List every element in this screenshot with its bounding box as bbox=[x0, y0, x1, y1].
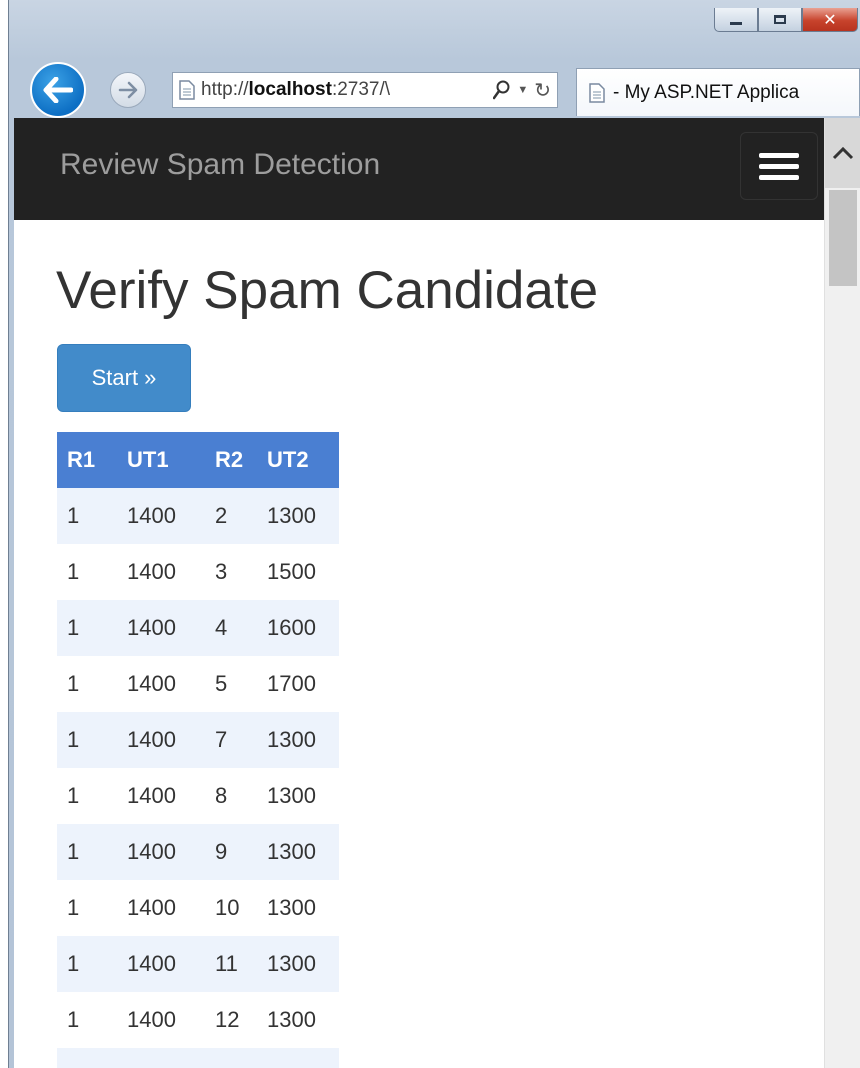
scrollbar-thumb[interactable] bbox=[829, 190, 857, 286]
cell-r1: 1 bbox=[67, 1007, 80, 1032]
cell-r2: 10 bbox=[215, 895, 240, 920]
cell-r1: 1 bbox=[57, 712, 119, 768]
cell-ut2: 1300 bbox=[263, 712, 339, 768]
search-icon[interactable] bbox=[493, 80, 511, 100]
tab-page-icon bbox=[589, 82, 605, 103]
cell-r2: 8 bbox=[215, 783, 228, 808]
cell-ut1: 1400 bbox=[119, 824, 209, 880]
table-row: 1 1400 10 1300 bbox=[57, 880, 339, 936]
maximize-icon bbox=[774, 15, 786, 24]
cell-ut1 bbox=[119, 1048, 209, 1068]
chevron-up-icon bbox=[832, 146, 854, 160]
cell-r1: 1 bbox=[67, 671, 80, 696]
back-arrow-icon bbox=[43, 77, 73, 103]
cell-ut1: 1400 bbox=[119, 936, 209, 992]
navbar-toggle-button[interactable] bbox=[740, 132, 818, 200]
forward-arrow-icon bbox=[118, 81, 138, 99]
column-header-r1: R1 bbox=[57, 432, 119, 488]
cell-ut1: 1400 bbox=[119, 600, 209, 656]
cell-ut2: 1300 bbox=[267, 783, 316, 808]
cell-ut1: 1400 bbox=[119, 488, 209, 544]
scroll-up-button[interactable] bbox=[825, 118, 860, 188]
cell-r1: 1 bbox=[67, 783, 80, 808]
address-url: http://localhost:2737/\ bbox=[201, 79, 391, 100]
page-icon bbox=[179, 80, 195, 100]
cell-ut1: 1400 bbox=[127, 1007, 176, 1032]
spam-candidate-table: R1 UT1 R2 UT2 1 1400 2 1300 1 1400 3 150 bbox=[57, 432, 339, 1068]
hamburger-icon-bar bbox=[759, 163, 799, 169]
cell-r1: 1 bbox=[67, 895, 80, 920]
table-row: 1 1400 8 1300 bbox=[57, 768, 339, 824]
vertical-scrollbar[interactable] bbox=[824, 118, 860, 1068]
cell-ut2: 1300 bbox=[267, 1007, 316, 1032]
minimize-icon bbox=[730, 22, 742, 25]
cell-r1: 1 bbox=[57, 936, 119, 992]
browser-tab[interactable]: - My ASP.NET Applica bbox=[576, 68, 860, 116]
back-button[interactable] bbox=[30, 62, 86, 118]
column-header-r2: R2 bbox=[209, 432, 263, 488]
navbar-brand[interactable]: Review Spam Detection bbox=[60, 148, 380, 182]
minimize-button[interactable] bbox=[714, 8, 758, 32]
maximize-button[interactable] bbox=[758, 8, 802, 32]
refresh-icon[interactable]: ↻ bbox=[534, 78, 551, 103]
cell-ut2: 1700 bbox=[267, 671, 316, 696]
table-row: 1 1400 7 1300 bbox=[57, 712, 339, 768]
cell-ut2: 1600 bbox=[263, 600, 339, 656]
table-row: 1 1400 5 1700 bbox=[57, 656, 339, 712]
table-row: 1 1400 12 1300 bbox=[57, 992, 339, 1048]
cell-ut2: 1300 bbox=[267, 895, 316, 920]
cell-r2: 3 bbox=[215, 559, 228, 584]
table-row: 1 1400 9 1300 bbox=[57, 824, 339, 880]
column-header-ut2: UT2 bbox=[263, 432, 339, 488]
table-row-partial bbox=[57, 1048, 339, 1068]
page-viewport: Review Spam Detection Verify Spam Candid… bbox=[14, 118, 860, 1068]
cell-ut1: 1400 bbox=[119, 712, 209, 768]
cell-r1: 1 bbox=[57, 600, 119, 656]
cell-ut2: 1300 bbox=[263, 824, 339, 880]
close-button[interactable]: ✕ bbox=[802, 8, 858, 32]
cell-ut2: 1500 bbox=[267, 559, 316, 584]
table-row: 1 1400 2 1300 bbox=[57, 488, 339, 544]
cell-ut2 bbox=[263, 1048, 339, 1068]
start-button[interactable]: Start » bbox=[57, 344, 191, 412]
cell-ut2: 1300 bbox=[263, 936, 339, 992]
cell-ut1: 1400 bbox=[127, 559, 176, 584]
cell-ut1: 1400 bbox=[127, 895, 176, 920]
cell-r2: 12 bbox=[215, 1007, 240, 1032]
table-header-row: R1 UT1 R2 UT2 bbox=[57, 432, 339, 488]
cell-ut1: 1400 bbox=[127, 783, 176, 808]
cell-r2: 4 bbox=[209, 600, 263, 656]
cell-r1: 1 bbox=[57, 824, 119, 880]
table-row: 1 1400 11 1300 bbox=[57, 936, 339, 992]
tab-title: - My ASP.NET Applica bbox=[613, 81, 800, 103]
forward-button[interactable] bbox=[110, 72, 146, 108]
cell-r2: 9 bbox=[209, 824, 263, 880]
hamburger-icon-bar bbox=[759, 152, 799, 158]
cell-r2: 5 bbox=[215, 671, 228, 696]
address-bar[interactable]: http://localhost:2737/\ ▼ ↻ bbox=[172, 72, 558, 108]
cell-r1: 1 bbox=[67, 559, 80, 584]
cell-r2: 7 bbox=[209, 712, 263, 768]
window-controls: ✕ bbox=[714, 8, 858, 34]
cell-ut2: 1300 bbox=[263, 488, 339, 544]
page-title: Verify Spam Candidate bbox=[56, 261, 599, 320]
cell-r2 bbox=[209, 1048, 263, 1068]
cell-r1: 1 bbox=[57, 488, 119, 544]
navbar: Review Spam Detection bbox=[14, 118, 824, 220]
cell-r2: 11 bbox=[209, 936, 263, 992]
table-row: 1 1400 3 1500 bbox=[57, 544, 339, 600]
cell-r1 bbox=[57, 1048, 119, 1068]
search-dropdown-icon[interactable]: ▼ bbox=[517, 84, 528, 96]
cell-ut1: 1400 bbox=[127, 671, 176, 696]
column-header-ut1: UT1 bbox=[119, 432, 209, 488]
close-icon: ✕ bbox=[823, 11, 837, 29]
table-row: 1 1400 4 1600 bbox=[57, 600, 339, 656]
hamburger-icon-bar bbox=[759, 174, 799, 180]
cell-r2: 2 bbox=[209, 488, 263, 544]
